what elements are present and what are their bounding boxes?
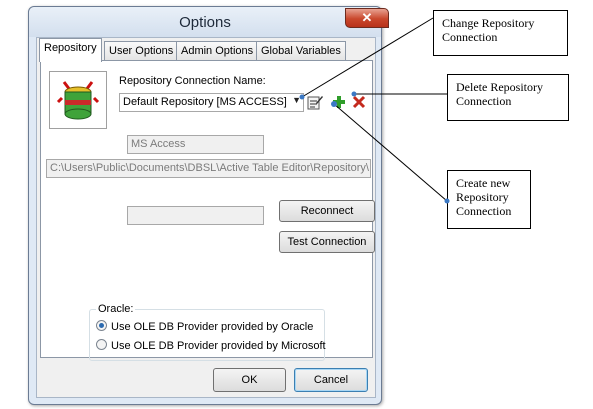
ok-button[interactable]: OK [213, 368, 286, 392]
cancel-button[interactable]: Cancel [294, 368, 368, 392]
dialog-title: Options [179, 14, 231, 31]
repository-tab-panel: Repository Connection Name: Default Repo… [40, 60, 375, 361]
delete-connection-icon[interactable] [352, 95, 366, 109]
oracle-provider-label: Use OLE DB Provider provided by Oracle [111, 321, 314, 333]
tab-admin-options[interactable]: Admin Options [176, 41, 259, 61]
microsoft-provider-label: Use OLE DB Provider provided by Microsof… [111, 340, 326, 352]
connection-name-select[interactable]: Default Repository [MS ACCESS] ▼ [119, 93, 304, 112]
oracle-groupbox: Oracle: Use OLE DB Provider provided by … [89, 303, 326, 361]
options-dialog: Options ✕ Repository User Options Admin … [28, 6, 389, 405]
tab-global-variables[interactable]: Global Variables [256, 41, 346, 61]
radio-unselected[interactable] [96, 339, 107, 350]
connection-name-value: Default Repository [MS ACCESS] [123, 96, 287, 108]
edit-connection-icon[interactable] [307, 94, 323, 110]
connection-name-label: Repository Connection Name: [119, 75, 266, 87]
close-button[interactable]: ✕ [345, 8, 389, 28]
callout-change-connection: Change Repository Connection [433, 10, 568, 56]
tab-repository[interactable]: Repository [39, 38, 102, 62]
radio-selected[interactable] [96, 320, 107, 331]
repository-path-field[interactable]: C:\Users\Public\Documents\DBSL\Active Ta… [46, 159, 371, 178]
chevron-down-icon: ▼ [292, 95, 301, 105]
oracle-group-label: Oracle: [96, 303, 136, 315]
callout-create-connection: Create new Repository Connection [447, 170, 531, 229]
test-connection-button[interactable]: Test Connection [279, 231, 375, 253]
add-connection-icon[interactable] [332, 95, 346, 109]
oracle-provider-option[interactable]: Use OLE DB Provider provided by Oracle [96, 320, 313, 333]
connection-status-field [127, 206, 264, 225]
dialog-client-area: Repository User Options Admin Options Gl… [36, 37, 376, 398]
repository-type-field[interactable]: MS Access [127, 135, 264, 154]
database-logo-icon [56, 81, 100, 120]
microsoft-provider-option[interactable]: Use OLE DB Provider provided by Microsof… [96, 339, 326, 352]
repository-logo [49, 71, 107, 129]
title-bar: Options ✕ [29, 7, 389, 37]
tab-user-options[interactable]: User Options [104, 41, 179, 61]
callout-delete-connection: Delete Repository Connection [447, 74, 569, 121]
reconnect-button[interactable]: Reconnect [279, 200, 375, 222]
